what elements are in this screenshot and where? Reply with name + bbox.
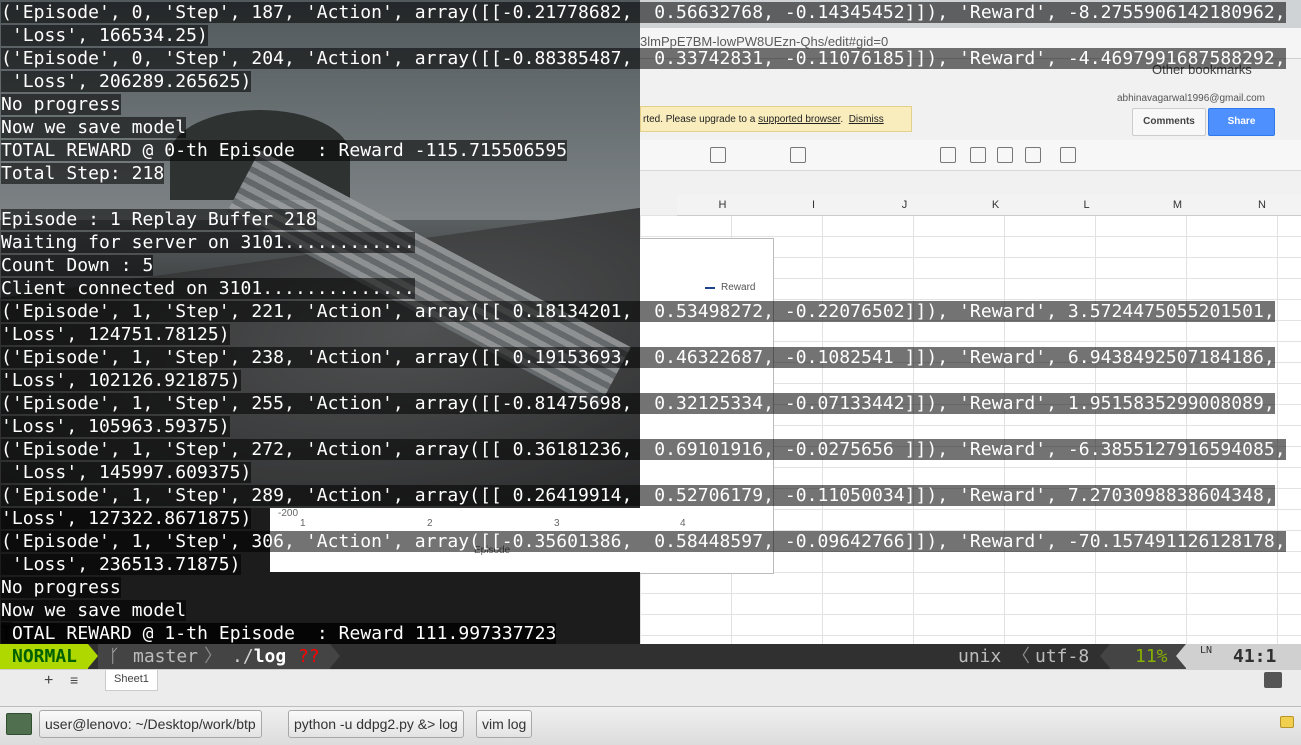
terminal-line-text: Episode : 1 Replay Buffer 218 xyxy=(1,209,317,230)
terminal-line: ('Episode', 0, 'Step', 204, 'Action', ar… xyxy=(1,47,1286,70)
terminal-line-text: Now we save model xyxy=(1,117,187,138)
terminal-line-text: 'Loss', 127322.8671875) xyxy=(1,508,252,529)
path-prefix: ./ xyxy=(232,646,254,667)
scroll-percent: 11% xyxy=(1135,646,1168,667)
file-encoding: utf-8 xyxy=(1035,646,1090,667)
terminal-line-text: 'Loss', 124751.78125) xyxy=(1,324,230,345)
terminal-line: No progress xyxy=(1,576,121,599)
terminal-line: 'Loss', 102126.921875) xyxy=(1,369,241,392)
terminal-line: Client connected on 3101.............. xyxy=(1,277,415,300)
terminal-line: 'Loss', 124751.78125) xyxy=(1,323,230,346)
terminal-line-text: 'Loss', 206289.265625) xyxy=(1,71,252,92)
terminal-line-text: ('Episode', 1, 'Step', 272, 'Action', ar… xyxy=(1,439,1286,460)
sheet-tabs-bar: + ≡ Sheet1 xyxy=(0,669,1301,706)
segment-separator: 〉 xyxy=(204,646,222,667)
terminal-line: 'Loss', 236513.71875) xyxy=(1,553,241,576)
terminal-line-text: Now we save model xyxy=(1,600,187,621)
taskbar-item-vim[interactable]: vim log xyxy=(476,710,533,738)
terminal-line: 'Loss', 127322.8671875) xyxy=(1,507,252,530)
segment-separator: 〈 xyxy=(1012,646,1030,667)
terminal-line: ('Episode', 1, 'Step', 238, 'Action', ar… xyxy=(1,346,1275,369)
add-sheet-icon[interactable]: + xyxy=(44,672,53,690)
show-desktop-icon[interactable] xyxy=(6,713,32,735)
text-cursor: T xyxy=(1,622,12,644)
terminal-line-text: TOTAL REWARD @ 1-th Episode : Reward 111… xyxy=(1,622,557,644)
terminal-line-text: Count Down : 5 xyxy=(1,255,154,276)
cursor-position: 41:1 xyxy=(1233,646,1277,667)
vim-mode: NORMAL xyxy=(0,644,88,669)
terminal-line: Episode : 1 Replay Buffer 218 xyxy=(1,208,317,231)
terminal-line: Count Down : 5 xyxy=(1,254,154,277)
terminal-line-text: Total Step: 218 xyxy=(1,163,165,184)
terminal-line: 'Loss', 166534.25) xyxy=(1,24,208,47)
terminal-line: ('Episode', 1, 'Step', 289, 'Action', ar… xyxy=(1,484,1275,507)
terminal-line: 'Loss', 206289.265625) xyxy=(1,70,252,93)
git-branch-icon: ᚴ xyxy=(109,646,120,667)
terminal-line-text: Waiting for server on 3101............ xyxy=(1,232,415,253)
modified-flag: ?? xyxy=(298,646,320,667)
terminal-line: ('Episode', 1, 'Step', 272, 'Action', ar… xyxy=(1,438,1286,461)
git-branch: master xyxy=(133,646,199,667)
terminal-line: Waiting for server on 3101............ xyxy=(1,231,415,254)
terminal-line-text: 'Loss', 166534.25) xyxy=(1,25,208,46)
vim-statusline: NORMAL ᚴ master 〉 ./log ?? unix 〈 utf-8 … xyxy=(0,644,1301,669)
terminal-line-text: 'Loss', 105963.59375) xyxy=(1,416,230,437)
terminal-line: TOTAL REWARD @ 1-th Episode : Reward 111… xyxy=(1,622,557,645)
terminal-line-text: ('Episode', 1, 'Step', 255, 'Action', ar… xyxy=(1,393,1275,414)
terminal-line-text: No progress xyxy=(1,94,121,115)
terminal-line-text: No progress xyxy=(1,577,121,598)
terminal-line-rest: OTAL REWARD @ 1-th Episode : Reward 111.… xyxy=(12,623,557,644)
file-name: log xyxy=(253,646,287,667)
terminal-line: 'Loss', 105963.59375) xyxy=(1,415,230,438)
terminal-line: Now we save model xyxy=(1,599,187,622)
position-separator-arrow xyxy=(1176,644,1186,668)
sheet-tab[interactable]: Sheet1 xyxy=(105,670,158,691)
terminal-line-text: ('Episode', 1, 'Step', 289, 'Action', ar… xyxy=(1,485,1275,506)
terminal-line: No progress xyxy=(1,93,121,116)
taskbar: user@lenovo: ~/Desktop/work/btp python -… xyxy=(0,706,1301,745)
terminal-line: ('Episode', 1, 'Step', 306, 'Action', ar… xyxy=(1,530,1286,553)
taskbar-item-terminal[interactable]: user@lenovo: ~/Desktop/work/btp xyxy=(39,710,262,738)
file-path: ./log xyxy=(232,644,286,669)
terminal-line-text: ('Episode', 1, 'Step', 238, 'Action', ar… xyxy=(1,347,1275,368)
terminal-line: ('Episode', 0, 'Step', 187, 'Action', ar… xyxy=(1,1,1286,24)
terminal-line: 'Loss', 145997.609375) xyxy=(1,461,252,484)
terminal-line: ('Episode', 1, 'Step', 255, 'Action', ar… xyxy=(1,392,1275,415)
terminal-line-text: 'Loss', 236513.71875) xyxy=(1,554,241,575)
file-format: unix xyxy=(958,646,1002,667)
terminal-line-text: ('Episode', 0, 'Step', 204, 'Action', ar… xyxy=(1,48,1286,69)
terminal-line-text: ('Episode', 1, 'Step', 306, 'Action', ar… xyxy=(1,531,1286,552)
terminal-line-text: Client connected on 3101.............. xyxy=(1,278,415,299)
mode-separator-arrow xyxy=(88,644,98,668)
terminal-line: ('Episode', 1, 'Step', 221, 'Action', ar… xyxy=(1,300,1275,323)
terminal-line-text: ('Episode', 1, 'Step', 221, 'Action', ar… xyxy=(1,301,1275,322)
terminal-line-text: ('Episode', 0, 'Step', 187, 'Action', ar… xyxy=(1,2,1286,23)
notification-tray-icon[interactable] xyxy=(1280,716,1294,728)
explore-icon[interactable] xyxy=(1264,672,1282,688)
terminal-line-text: 'Loss', 145997.609375) xyxy=(1,462,252,483)
taskbar-item-python[interactable]: python -u ddpg2.py &> log xyxy=(288,710,464,738)
terminal-line: TOTAL REWARD @ 0-th Episode : Reward -11… xyxy=(1,139,568,162)
percent-separator-arrow xyxy=(1100,644,1110,668)
segment-separator-arrow xyxy=(330,644,340,668)
all-sheets-icon[interactable]: ≡ xyxy=(70,672,78,688)
terminal-line: Now we save model xyxy=(1,116,187,139)
terminal-line-text: TOTAL REWARD @ 0-th Episode : Reward -11… xyxy=(1,140,568,161)
terminal-output[interactable]: ('Episode', 0, 'Step', 187, 'Action', ar… xyxy=(0,0,1301,644)
terminal-line-text: 'Loss', 102126.921875) xyxy=(1,370,241,391)
terminal-line: Total Step: 218 xyxy=(1,162,165,185)
line-number-icon: LN xyxy=(1200,645,1213,656)
